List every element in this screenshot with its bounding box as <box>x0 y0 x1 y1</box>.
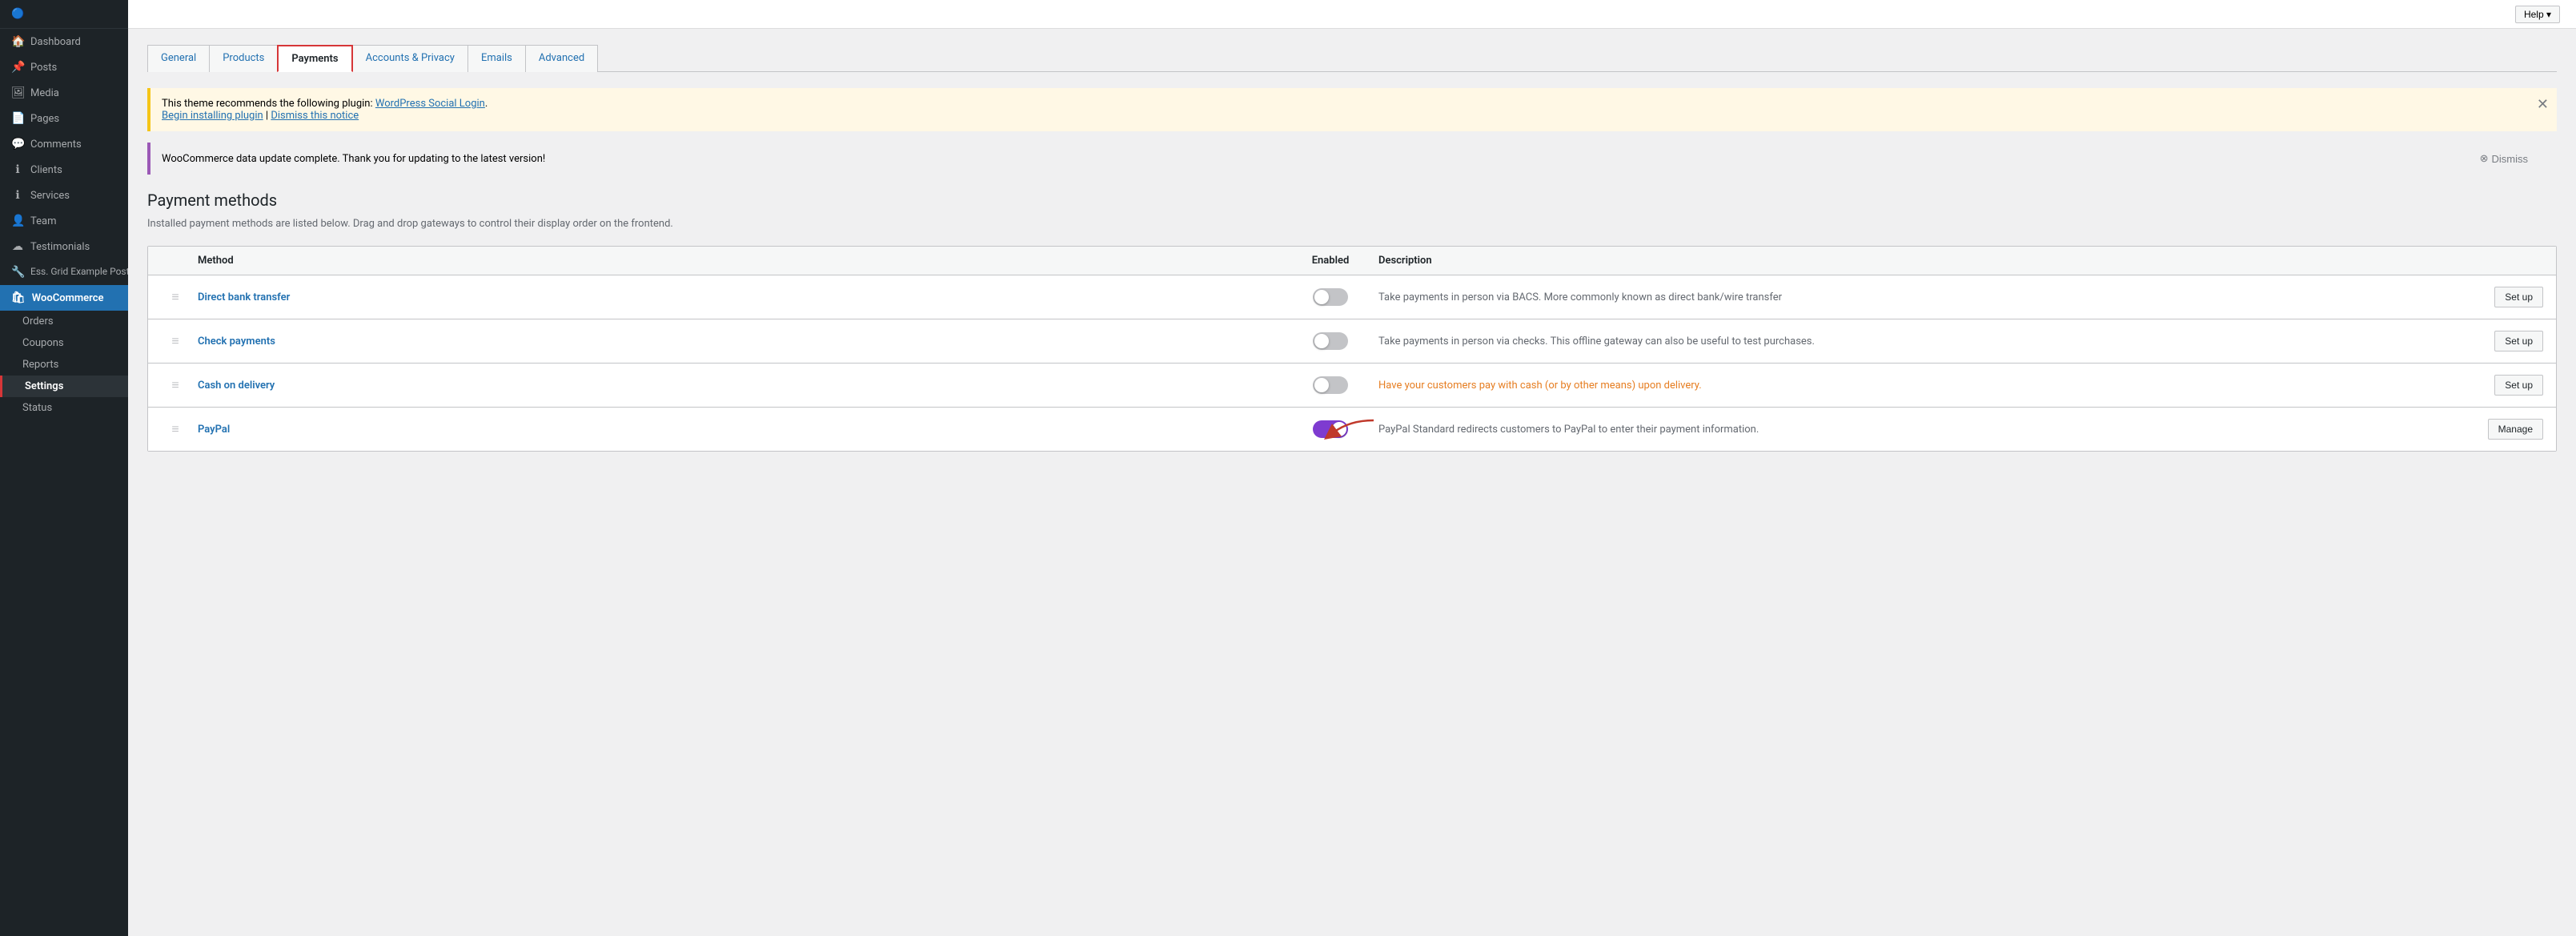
settings-tabs: General Products Payments Accounts & Pri… <box>147 45 2557 72</box>
tab-accounts-privacy[interactable]: Accounts & Privacy <box>352 45 468 72</box>
sidebar-logo: 🔵 <box>0 0 128 29</box>
wp-icon: 🔵 <box>11 8 24 20</box>
topbar: Help ▾ <box>128 0 2576 29</box>
woocommerce-icon: 🛍 <box>11 291 26 304</box>
desc-paypal: PayPal Standard redirects customers to P… <box>1378 424 2463 436</box>
setup-direct-bank-button[interactable]: Set up <box>2494 287 2543 307</box>
setup-check-payments-button[interactable]: Set up <box>2494 331 2543 352</box>
header-method: Method <box>198 255 1282 267</box>
drag-handle-icon[interactable]: ≡ <box>161 333 190 349</box>
toggle-direct-bank-wrapper <box>1290 288 1370 306</box>
header-description: Description <box>1378 255 2463 267</box>
method-check-payments[interactable]: Check payments <box>198 335 1282 347</box>
posts-icon: 📌 <box>11 61 24 74</box>
sidebar-item-testimonials[interactable]: ☁ Testimonials <box>0 234 128 259</box>
sidebar-item-team[interactable]: 👤 Team <box>0 208 128 234</box>
toggle-check-payments[interactable] <box>1313 332 1348 350</box>
toggle-direct-bank[interactable] <box>1313 288 1348 306</box>
sidebar-item-posts[interactable]: 📌 Posts <box>0 54 128 80</box>
table-row: ≡ Cash on delivery Have your customers p… <box>148 364 2556 408</box>
setup-cod-button[interactable]: Set up <box>2494 375 2543 396</box>
sidebar-item-pages[interactable]: 📄 Pages <box>0 106 128 131</box>
comments-icon: 💬 <box>11 138 24 151</box>
media-icon: 🖼 <box>11 86 24 99</box>
drag-handle-icon[interactable]: ≡ <box>161 377 190 393</box>
actions-direct-bank: Set up <box>2471 287 2543 307</box>
desc-cash-on-delivery: Have your customers pay with cash (or by… <box>1378 380 2463 392</box>
content-area: General Products Payments Accounts & Pri… <box>128 29 2576 936</box>
method-direct-bank[interactable]: Direct bank transfer <box>198 291 1282 303</box>
testimonials-icon: ☁ <box>11 240 24 253</box>
table-row: ≡ Direct bank transfer Take payments in … <box>148 275 2556 319</box>
ess-grid-icon: 🔧 <box>11 266 24 279</box>
drag-handle-icon[interactable]: ≡ <box>161 289 190 305</box>
sidebar-sub-settings[interactable]: Settings <box>0 376 128 397</box>
sidebar-item-dashboard[interactable]: 🏠 Dashboard <box>0 29 128 54</box>
tab-advanced[interactable]: Advanced <box>525 45 598 72</box>
main-content: Help ▾ General Products Payments Account… <box>128 0 2576 936</box>
desc-direct-bank: Take payments in person via BACS. More c… <box>1378 291 2463 303</box>
sidebar-item-services[interactable]: ℹ Services <box>0 183 128 208</box>
sidebar-sub-orders[interactable]: Orders <box>0 311 128 332</box>
help-button[interactable]: Help ▾ <box>2515 6 2560 23</box>
tab-payments[interactable]: Payments <box>277 45 352 72</box>
drag-handle-icon[interactable]: ≡ <box>161 421 190 437</box>
tab-products[interactable]: Products <box>209 45 278 72</box>
method-cash-on-delivery[interactable]: Cash on delivery <box>198 380 1282 392</box>
table-row: ≡ Check payments Take payments in person… <box>148 319 2556 364</box>
dismiss-circle-icon: ⊗ <box>2480 152 2489 165</box>
toggle-paypal[interactable] <box>1313 420 1348 438</box>
toggle-cash-on-delivery[interactable] <box>1313 376 1348 394</box>
pages-icon: 📄 <box>11 112 24 125</box>
payment-methods-table: Method Enabled Description ≡ Direct bank… <box>147 246 2557 452</box>
wordpress-social-login-link[interactable]: WordPress Social Login <box>375 98 485 110</box>
sidebar-item-clients[interactable]: ℹ Clients <box>0 157 128 183</box>
section-description: Installed payment methods are listed bel… <box>147 218 2557 230</box>
sidebar-sub-reports[interactable]: Reports <box>0 354 128 376</box>
actions-cash-on-delivery: Set up <box>2471 375 2543 396</box>
method-paypal[interactable]: PayPal <box>198 424 1282 436</box>
manage-paypal-button[interactable]: Manage <box>2488 419 2543 440</box>
toggle-cod-wrapper <box>1290 376 1370 394</box>
plugin-notice: This theme recommends the following plug… <box>147 88 2557 131</box>
sidebar: 🔵 🏠 Dashboard 📌 Posts 🖼 Media 📄 Pages 💬 … <box>0 0 128 936</box>
dashboard-icon: 🏠 <box>11 35 24 48</box>
team-icon: 👤 <box>11 215 24 227</box>
table-row: ≡ PayPal PayPal Standard redirects c <box>148 408 2556 451</box>
sidebar-item-media[interactable]: 🖼 Media <box>0 80 128 106</box>
dismiss-notice-link[interactable]: Dismiss this notice <box>271 110 359 122</box>
clients-icon: ℹ <box>11 163 24 176</box>
dismiss-update-button[interactable]: ⊗ Dismiss <box>2480 152 2528 165</box>
toggle-paypal-wrapper <box>1290 420 1370 438</box>
header-enabled: Enabled <box>1290 255 1370 267</box>
begin-installing-link[interactable]: Begin installing plugin <box>162 110 263 122</box>
desc-check-payments: Take payments in person via checks. This… <box>1378 335 2463 347</box>
sidebar-item-comments[interactable]: 💬 Comments <box>0 131 128 157</box>
woocommerce-menu-header[interactable]: 🛍 WooCommerce <box>0 285 128 311</box>
section-title: Payment methods <box>147 191 2557 210</box>
sidebar-item-ess-grid[interactable]: 🔧 Ess. Grid Example Posts <box>0 259 128 285</box>
tab-general[interactable]: General <box>147 45 210 72</box>
actions-check-payments: Set up <box>2471 331 2543 352</box>
actions-paypal: Manage <box>2471 419 2543 440</box>
update-notice: WooCommerce data update complete. Thank … <box>147 143 2557 175</box>
close-notice-button[interactable]: ✕ <box>2537 96 2549 113</box>
tab-emails[interactable]: Emails <box>467 45 526 72</box>
services-icon: ℹ <box>11 189 24 202</box>
sidebar-sub-status[interactable]: Status <box>0 397 128 419</box>
toggle-check-wrapper <box>1290 332 1370 350</box>
table-header: Method Enabled Description <box>148 247 2556 275</box>
sidebar-sub-coupons[interactable]: Coupons <box>0 332 128 354</box>
